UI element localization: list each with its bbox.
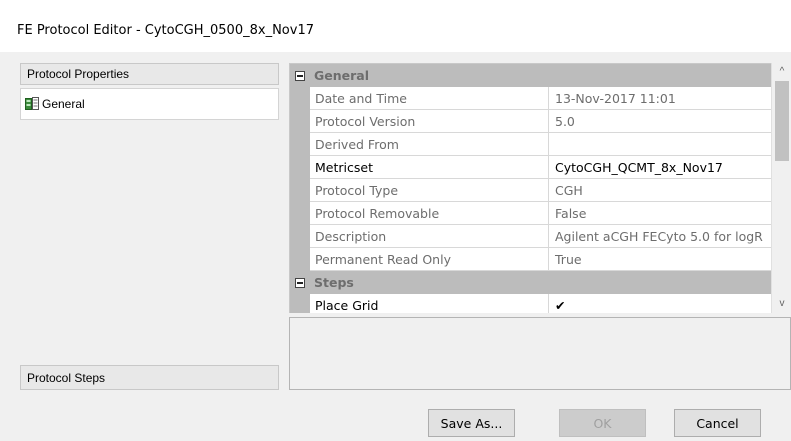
scroll-up-icon[interactable]: ^ (772, 63, 791, 80)
property-row-protocol-removable[interactable]: Protocol Removable False (290, 202, 772, 225)
window-title: FE Protocol Editor - CytoCGH_0500_8x_Nov… (17, 23, 314, 38)
property-grid: General Date and Time 13-Nov-2017 11:01 … (289, 63, 791, 313)
property-value: True (549, 248, 772, 271)
protocol-editor-window: FE Protocol Editor - CytoCGH_0500_8x_Nov… (0, 0, 791, 441)
scroll-down-icon[interactable]: v (772, 295, 791, 312)
ok-button[interactable]: OK (559, 409, 646, 437)
property-row-protocol-type[interactable]: Protocol Type CGH (290, 179, 772, 202)
category-general[interactable]: General (290, 64, 772, 87)
property-name: Metricset (310, 156, 549, 179)
protocol-properties-header[interactable]: Protocol Properties (20, 63, 279, 85)
save-as-button[interactable]: Save As... (428, 409, 515, 437)
protocol-properties-list: General (20, 88, 279, 120)
protocol-steps-header[interactable]: Protocol Steps (20, 365, 279, 390)
property-name: Derived From (310, 133, 549, 156)
collapse-icon[interactable] (295, 277, 305, 288)
property-row-derived-from[interactable]: Derived From (290, 133, 772, 156)
property-row-place-grid[interactable]: Place Grid ✔ (290, 294, 772, 313)
checkmark-icon[interactable]: ✔ (549, 294, 772, 313)
property-row-description[interactable]: Description Agilent aCGH FECyto 5.0 for … (290, 225, 772, 248)
title-bar: FE Protocol Editor - CytoCGH_0500_8x_Nov… (0, 0, 791, 52)
cancel-button[interactable]: Cancel (674, 409, 761, 437)
property-value: CGH (549, 179, 772, 202)
property-name: Permanent Read Only (310, 248, 549, 271)
tree-item-label: General (42, 97, 85, 111)
property-name: Date and Time (310, 87, 549, 110)
tree-item-general[interactable]: General (25, 95, 85, 113)
collapse-icon[interactable] (295, 70, 305, 81)
property-name: Protocol Removable (310, 202, 549, 225)
property-name: Protocol Version (310, 110, 549, 133)
property-name: Description (310, 225, 549, 248)
protocol-checklist-icon (25, 97, 39, 111)
property-value (549, 133, 772, 156)
category-label: General (314, 68, 369, 83)
property-value: 5.0 (549, 110, 772, 133)
property-value: 13-Nov-2017 11:01 (549, 87, 772, 110)
property-value: Agilent aCGH FECyto 5.0 for logR (549, 225, 772, 248)
category-steps[interactable]: Steps (290, 271, 772, 294)
property-grid-scrollbar[interactable]: ^ v (771, 63, 791, 313)
property-value[interactable]: CytoCGH_QCMT_8x_Nov17 (549, 156, 772, 179)
property-row-metricset[interactable]: Metricset CytoCGH_QCMT_8x_Nov17 (290, 156, 772, 179)
property-row-permanent-read-only[interactable]: Permanent Read Only True (290, 248, 772, 271)
property-description-panel (289, 317, 791, 390)
scroll-thumb[interactable] (775, 81, 789, 161)
property-name: Place Grid (310, 294, 549, 313)
category-label: Steps (314, 275, 354, 290)
property-name: Protocol Type (310, 179, 549, 202)
property-value: False (549, 202, 772, 225)
property-row-date-and-time[interactable]: Date and Time 13-Nov-2017 11:01 (290, 87, 772, 110)
property-row-protocol-version[interactable]: Protocol Version 5.0 (290, 110, 772, 133)
